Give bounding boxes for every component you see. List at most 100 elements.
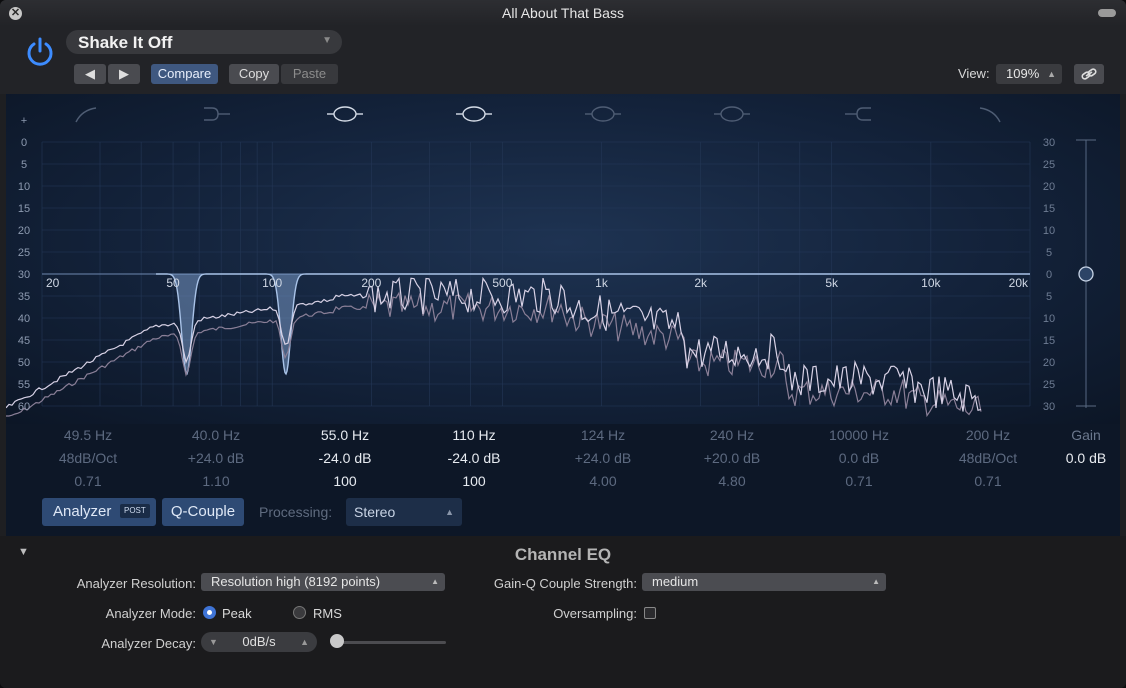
rms-radio-label[interactable]: RMS — [313, 606, 342, 621]
band-2-params: 40.0 Hz +24.0 dB 1.10 — [156, 424, 276, 493]
analyzer-rms-trace — [6, 291, 982, 418]
title-bar[interactable]: ✕ All About That Bass — [0, 0, 1126, 26]
q-couple-button[interactable]: Q-Couple — [162, 498, 244, 526]
band-7-q[interactable]: 0.71 — [799, 470, 919, 493]
band-7-freq[interactable]: 10000 Hz — [799, 424, 919, 447]
peak-band-icon[interactable] — [327, 106, 363, 122]
band-7-gain[interactable]: 0.0 dB — [799, 447, 919, 470]
left-scale-label: 50 — [18, 357, 30, 369]
eq-curve-fill — [156, 274, 1030, 374]
peak-band-icon[interactable] — [714, 106, 750, 122]
left-scale-label: 30 — [18, 269, 30, 281]
low-shelf-icon[interactable] — [204, 107, 230, 121]
band-6-gain[interactable]: +20.0 dB — [672, 447, 792, 470]
frequency-label: 5k — [825, 276, 839, 290]
analyzer-resolution-value: Resolution high (8192 points) — [211, 574, 381, 589]
band-8-params: 200 Hz 48dB/Oct 0.71 — [928, 424, 1048, 493]
up-down-arrows-icon: ▲ — [872, 577, 880, 586]
link-icon[interactable] — [1074, 64, 1104, 84]
band-4-q[interactable]: 100 — [414, 470, 534, 493]
compare-button[interactable]: Compare — [151, 64, 218, 84]
high-cut-icon[interactable] — [979, 107, 1001, 123]
band-4-params: 110 Hz -24.0 dB 100 — [414, 424, 534, 493]
band-7-params: 10000 Hz 0.0 dB 0.71 — [799, 424, 919, 493]
increment-icon[interactable]: ▲ — [300, 632, 309, 652]
analyzer-decay-slider-knob[interactable] — [330, 634, 344, 648]
power-icon[interactable] — [24, 36, 56, 68]
copy-button[interactable]: Copy — [229, 64, 279, 84]
band-1-params: 49.5 Hz 48dB/Oct 0.71 — [28, 424, 148, 493]
right-scale-label: 10 — [1043, 225, 1055, 237]
left-scale-label: 55 — [18, 379, 30, 391]
gain-value[interactable]: 0.0 dB — [1058, 447, 1114, 470]
window-title: All About That Bass — [502, 5, 624, 21]
peak-radio-label[interactable]: Peak — [222, 606, 252, 621]
high-shelf-icon[interactable] — [845, 107, 871, 121]
band-6-freq[interactable]: 240 Hz — [672, 424, 792, 447]
analyzer-decay-stepper[interactable]: ▼ 0dB/s ▲ — [201, 632, 317, 652]
oversampling-label: Oversampling: — [553, 606, 637, 621]
gain-q-couple-select[interactable]: medium ▲ — [642, 573, 886, 591]
peak-band-icon[interactable] — [456, 106, 492, 122]
band-1-gain[interactable]: 48dB/Oct — [28, 447, 148, 470]
processing-label: Processing: — [259, 504, 333, 520]
left-scale-label: 60 — [18, 401, 30, 413]
left-scale-label: 25 — [18, 247, 30, 259]
view-zoom-value: 109% — [1006, 66, 1040, 81]
left-scale-label: 45 — [18, 335, 30, 347]
view-label: View: — [958, 66, 990, 81]
up-down-arrows-icon: ▲ — [445, 507, 454, 517]
analyzer-resolution-label: Analyzer Resolution: — [76, 576, 196, 591]
window-resize-button[interactable] — [1098, 9, 1116, 17]
next-preset-button[interactable]: ▶ — [108, 64, 140, 84]
oversampling-checkbox[interactable] — [644, 607, 656, 619]
band-3-q[interactable]: 100 — [285, 470, 405, 493]
master-gain-params: Gain 0.0 dB — [1058, 424, 1114, 470]
rms-radio[interactable] — [293, 606, 306, 619]
up-down-arrows-icon: ▲ — [431, 577, 439, 586]
band-1-freq[interactable]: 49.5 Hz — [28, 424, 148, 447]
paste-button[interactable]: Paste — [281, 64, 338, 84]
band-5-q[interactable]: 4.00 — [543, 470, 663, 493]
left-scale-label: 5 — [21, 159, 27, 171]
band-6-q[interactable]: 4.80 — [672, 470, 792, 493]
right-scale-label: 0 — [1046, 269, 1052, 281]
band-2-q[interactable]: 1.10 — [156, 470, 276, 493]
band-2-freq[interactable]: 40.0 Hz — [156, 424, 276, 447]
left-scale-label: 10 — [18, 181, 30, 193]
processing-select[interactable]: Stereo ▲ — [346, 498, 462, 526]
extended-parameters: ▼ Channel EQ Analyzer Resolution: Resolu… — [0, 536, 1126, 688]
eq-graph[interactable]: +051015202530354045505560-30252015105051… — [6, 94, 1120, 424]
eq-graph-canvas[interactable]: +051015202530354045505560-30252015105051… — [6, 94, 1120, 424]
band-8-freq[interactable]: 200 Hz — [928, 424, 1048, 447]
previous-preset-button[interactable]: ◀ — [74, 64, 106, 84]
left-scale-label: + — [21, 115, 27, 127]
band-8-gain[interactable]: 48dB/Oct — [928, 447, 1048, 470]
band-3-freq[interactable]: 55.0 Hz — [285, 424, 405, 447]
view-zoom-select[interactable]: 109% ▲ — [996, 64, 1062, 84]
left-scale-label: 0 — [21, 137, 27, 149]
analyzer-decay-slider[interactable] — [334, 641, 446, 644]
frequency-label: 100 — [262, 276, 282, 290]
band-4-freq[interactable]: 110 Hz — [414, 424, 534, 447]
peak-band-icon[interactable] — [585, 106, 621, 122]
analyzer-button[interactable]: Analyzer POST — [42, 498, 156, 526]
analyzer-resolution-select[interactable]: Resolution high (8192 points) ▲ — [201, 573, 445, 591]
band-1-q[interactable]: 0.71 — [28, 470, 148, 493]
band-5-gain[interactable]: +24.0 dB — [543, 447, 663, 470]
peak-radio[interactable] — [203, 606, 216, 619]
gain-q-couple-label: Gain-Q Couple Strength: — [493, 576, 637, 591]
low-cut-icon[interactable] — [75, 107, 97, 123]
gain-slider-knob[interactable] — [1078, 266, 1094, 282]
frequency-label: 50 — [166, 276, 180, 290]
band-8-q[interactable]: 0.71 — [928, 470, 1048, 493]
band-5-freq[interactable]: 124 Hz — [543, 424, 663, 447]
band-2-gain[interactable]: +24.0 dB — [156, 447, 276, 470]
preset-menu[interactable]: Shake It Off ▼ — [66, 30, 342, 54]
band-3-gain[interactable]: -24.0 dB — [285, 447, 405, 470]
post-badge[interactable]: POST — [120, 504, 150, 518]
band-4-gain[interactable]: -24.0 dB — [414, 447, 534, 470]
right-scale-label: 20 — [1043, 181, 1055, 193]
gain-label: Gain — [1071, 427, 1101, 443]
right-scale-label: 10 — [1043, 313, 1055, 325]
